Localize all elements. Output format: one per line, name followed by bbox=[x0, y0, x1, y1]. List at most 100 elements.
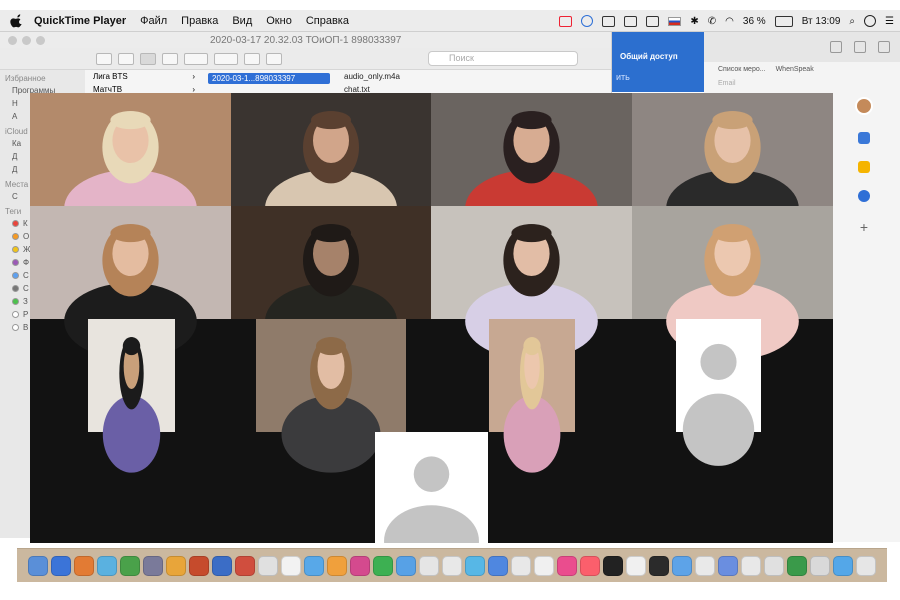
screen-record-icon[interactable] bbox=[559, 15, 573, 27]
dock-app-icon[interactable] bbox=[419, 555, 439, 576]
apple-icon[interactable] bbox=[10, 13, 24, 28]
download-icon[interactable] bbox=[830, 41, 842, 53]
menu-bar: QuickTime Player Файл Правка Вид Окно Сп… bbox=[0, 10, 900, 32]
dock-app-icon[interactable] bbox=[787, 555, 807, 576]
tabs-icon[interactable] bbox=[878, 41, 890, 53]
share-sub: ить bbox=[616, 72, 630, 82]
view-icons-button[interactable] bbox=[96, 52, 112, 65]
dock-app-icon[interactable] bbox=[718, 555, 738, 576]
view-list-button[interactable] bbox=[118, 52, 134, 65]
wifi-icon[interactable]: ◠ bbox=[725, 16, 734, 27]
dock-app-icon[interactable] bbox=[649, 555, 669, 576]
share-button[interactable] bbox=[244, 52, 260, 65]
finder-column-2: 2020-03-1...898033397 bbox=[204, 70, 334, 87]
dock-app-icon[interactable] bbox=[327, 555, 347, 576]
participant-tile[interactable] bbox=[676, 319, 761, 466]
notification-center-icon[interactable]: ☰ bbox=[885, 16, 894, 27]
dock-app-icon[interactable] bbox=[695, 555, 715, 576]
dock-app-icon[interactable] bbox=[626, 555, 646, 576]
zoom-button[interactable] bbox=[36, 35, 45, 45]
selected-folder[interactable]: 2020-03-1...898033397 bbox=[208, 73, 330, 84]
dock-app-icon[interactable] bbox=[212, 555, 232, 576]
dock-app-icon[interactable] bbox=[28, 555, 48, 576]
menu-item-window[interactable]: Окно bbox=[266, 15, 292, 27]
clock[interactable]: Вт 13:09 bbox=[802, 16, 841, 27]
view-columns-button[interactable] bbox=[140, 52, 156, 65]
dock-app-icon[interactable] bbox=[143, 555, 163, 576]
person-hair-top bbox=[110, 111, 151, 130]
search-input[interactable]: Поиск bbox=[428, 51, 578, 66]
input-language-flag-icon[interactable] bbox=[668, 16, 682, 26]
close-button[interactable] bbox=[8, 35, 17, 45]
dock-app-icon[interactable] bbox=[557, 555, 577, 576]
participant-tile[interactable] bbox=[88, 319, 175, 473]
app-menu-title[interactable]: QuickTime Player bbox=[34, 15, 126, 27]
tags-button[interactable] bbox=[266, 52, 282, 65]
tasks-icon[interactable] bbox=[858, 190, 870, 202]
dock-app-icon[interactable] bbox=[258, 555, 278, 576]
share-popup: Общий доступ ить bbox=[612, 32, 704, 92]
airplay-icon[interactable] bbox=[646, 15, 660, 27]
zoom-status-icon[interactable] bbox=[581, 15, 594, 27]
profile-avatar[interactable] bbox=[855, 97, 873, 115]
dock-app-icon[interactable] bbox=[120, 555, 140, 576]
dock-app-icon[interactable] bbox=[166, 555, 186, 576]
dock-app-icon[interactable] bbox=[373, 555, 393, 576]
avatar-head-icon bbox=[700, 343, 737, 381]
browser-side-icons: + bbox=[850, 97, 878, 235]
dock-app-icon[interactable] bbox=[833, 555, 853, 576]
dock-app-icon[interactable] bbox=[672, 555, 692, 576]
dock-app-icon[interactable] bbox=[304, 555, 324, 576]
dock-app-icon[interactable] bbox=[350, 555, 370, 576]
keyboard-icon[interactable] bbox=[624, 15, 638, 27]
dock-app-icon[interactable] bbox=[856, 555, 876, 576]
menu-item-edit[interactable]: Правка bbox=[181, 15, 218, 27]
menu-item-view[interactable]: Вид bbox=[232, 15, 252, 27]
participant-tile[interactable] bbox=[489, 319, 575, 473]
group-button[interactable] bbox=[184, 52, 208, 65]
keep-icon[interactable] bbox=[858, 161, 870, 173]
participant-tile[interactable] bbox=[375, 432, 488, 577]
add-icon[interactable]: + bbox=[860, 219, 868, 235]
share-icon[interactable] bbox=[854, 41, 866, 53]
bookmark[interactable]: Список меро... bbox=[718, 66, 766, 73]
dock-app-icon[interactable] bbox=[51, 555, 71, 576]
person-hair-top bbox=[523, 337, 541, 356]
dock-app-icon[interactable] bbox=[741, 555, 761, 576]
dock-app-icon[interactable] bbox=[603, 555, 623, 576]
action-gear-button[interactable] bbox=[214, 52, 238, 65]
view-gallery-button[interactable] bbox=[162, 52, 178, 65]
dock-app-icon[interactable] bbox=[74, 555, 94, 576]
minimize-button[interactable] bbox=[22, 35, 31, 45]
spotlight-search-icon[interactable]: ⌕ bbox=[849, 16, 855, 27]
file-item-audio[interactable]: audio_only.m4a bbox=[336, 70, 456, 83]
dock-app-icon[interactable] bbox=[235, 555, 255, 576]
bluetooth-icon[interactable]: ✱ bbox=[690, 16, 698, 27]
dock bbox=[17, 548, 887, 582]
dock-app-icon[interactable] bbox=[189, 555, 209, 576]
battery-icon[interactable] bbox=[774, 15, 793, 27]
dock-app-icon[interactable] bbox=[580, 555, 600, 576]
display-icon[interactable] bbox=[602, 15, 616, 27]
folder-item[interactable]: Лига BTS › bbox=[85, 70, 203, 83]
bookmark[interactable]: WhenSpeak bbox=[776, 66, 814, 73]
dock-app-icon[interactable] bbox=[97, 555, 117, 576]
siri-icon[interactable] bbox=[864, 15, 877, 27]
bookmark[interactable]: Email bbox=[718, 80, 736, 87]
dock-app-icon[interactable] bbox=[396, 555, 416, 576]
tag-color-icon bbox=[12, 324, 19, 332]
dock-app-icon[interactable] bbox=[764, 555, 784, 576]
dock-app-icon[interactable] bbox=[534, 555, 554, 576]
dock-app-icon[interactable] bbox=[810, 555, 830, 576]
dock-app-icon[interactable] bbox=[281, 555, 301, 576]
calendar-icon[interactable] bbox=[858, 132, 870, 144]
menu-item-file[interactable]: Файл bbox=[140, 15, 167, 27]
menu-item-help[interactable]: Справка bbox=[306, 15, 349, 27]
share-label[interactable]: Общий доступ bbox=[620, 52, 678, 61]
dock-app-icon[interactable] bbox=[465, 555, 485, 576]
dock-app-icon[interactable] bbox=[488, 555, 508, 576]
tag-label: Ф bbox=[23, 258, 30, 267]
dock-app-icon[interactable] bbox=[511, 555, 531, 576]
phone-icon[interactable]: ✆ bbox=[708, 16, 716, 27]
dock-app-icon[interactable] bbox=[442, 555, 462, 576]
